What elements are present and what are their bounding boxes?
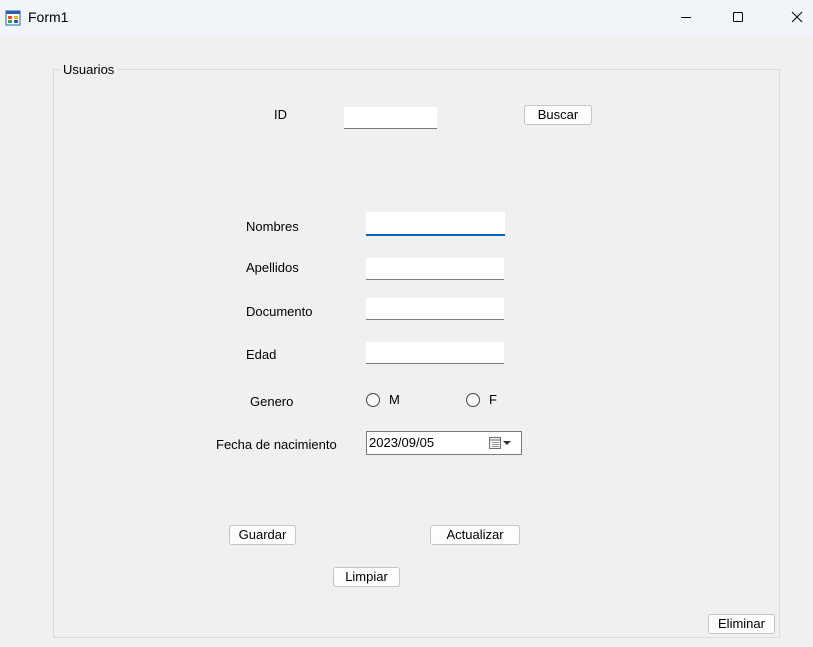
id-input[interactable] xyxy=(344,107,437,129)
documento-label: Documento xyxy=(246,304,313,319)
minimize-button[interactable] xyxy=(657,0,715,34)
genero-radio-f[interactable]: F xyxy=(466,392,497,407)
fecha-label: Fecha de nacimiento xyxy=(216,437,337,452)
genero-radio-m[interactable]: M xyxy=(366,392,400,407)
title-bar: Form1 xyxy=(0,0,813,36)
limpiar-button[interactable]: Limpiar xyxy=(333,567,400,587)
calendar-dropdown-icon[interactable] xyxy=(488,436,518,450)
maximize-icon xyxy=(733,12,743,22)
fecha-datepicker[interactable]: 2023/09/05 xyxy=(366,431,522,455)
close-icon xyxy=(791,11,803,23)
edad-input[interactable] xyxy=(366,342,504,364)
radio-circle-f[interactable] xyxy=(466,392,480,407)
app-form-icon xyxy=(5,10,21,26)
window-title: Form1 xyxy=(28,9,69,25)
nombres-input[interactable] xyxy=(366,212,505,236)
minimize-icon xyxy=(681,17,691,18)
eliminar-button[interactable]: Eliminar xyxy=(708,614,775,634)
guardar-button[interactable]: Guardar xyxy=(229,525,296,545)
buscar-button[interactable]: Buscar xyxy=(524,105,592,125)
radio-label-f: F xyxy=(489,392,497,407)
documento-input[interactable] xyxy=(366,298,504,320)
apellidos-label: Apellidos xyxy=(246,260,299,275)
close-button[interactable] xyxy=(768,0,813,34)
radio-label-m: M xyxy=(389,392,400,407)
id-label: ID xyxy=(274,107,287,122)
genero-label: Genero xyxy=(250,394,294,409)
edad-label: Edad xyxy=(246,347,277,362)
apellidos-input[interactable] xyxy=(366,258,504,280)
groupbox-title: Usuarios xyxy=(60,62,118,77)
radio-circle-m[interactable] xyxy=(366,392,380,407)
actualizar-button[interactable]: Actualizar xyxy=(430,525,520,545)
nombres-label: Nombres xyxy=(246,219,299,234)
maximize-button[interactable] xyxy=(709,0,767,34)
fecha-value: 2023/09/05 xyxy=(369,435,435,450)
